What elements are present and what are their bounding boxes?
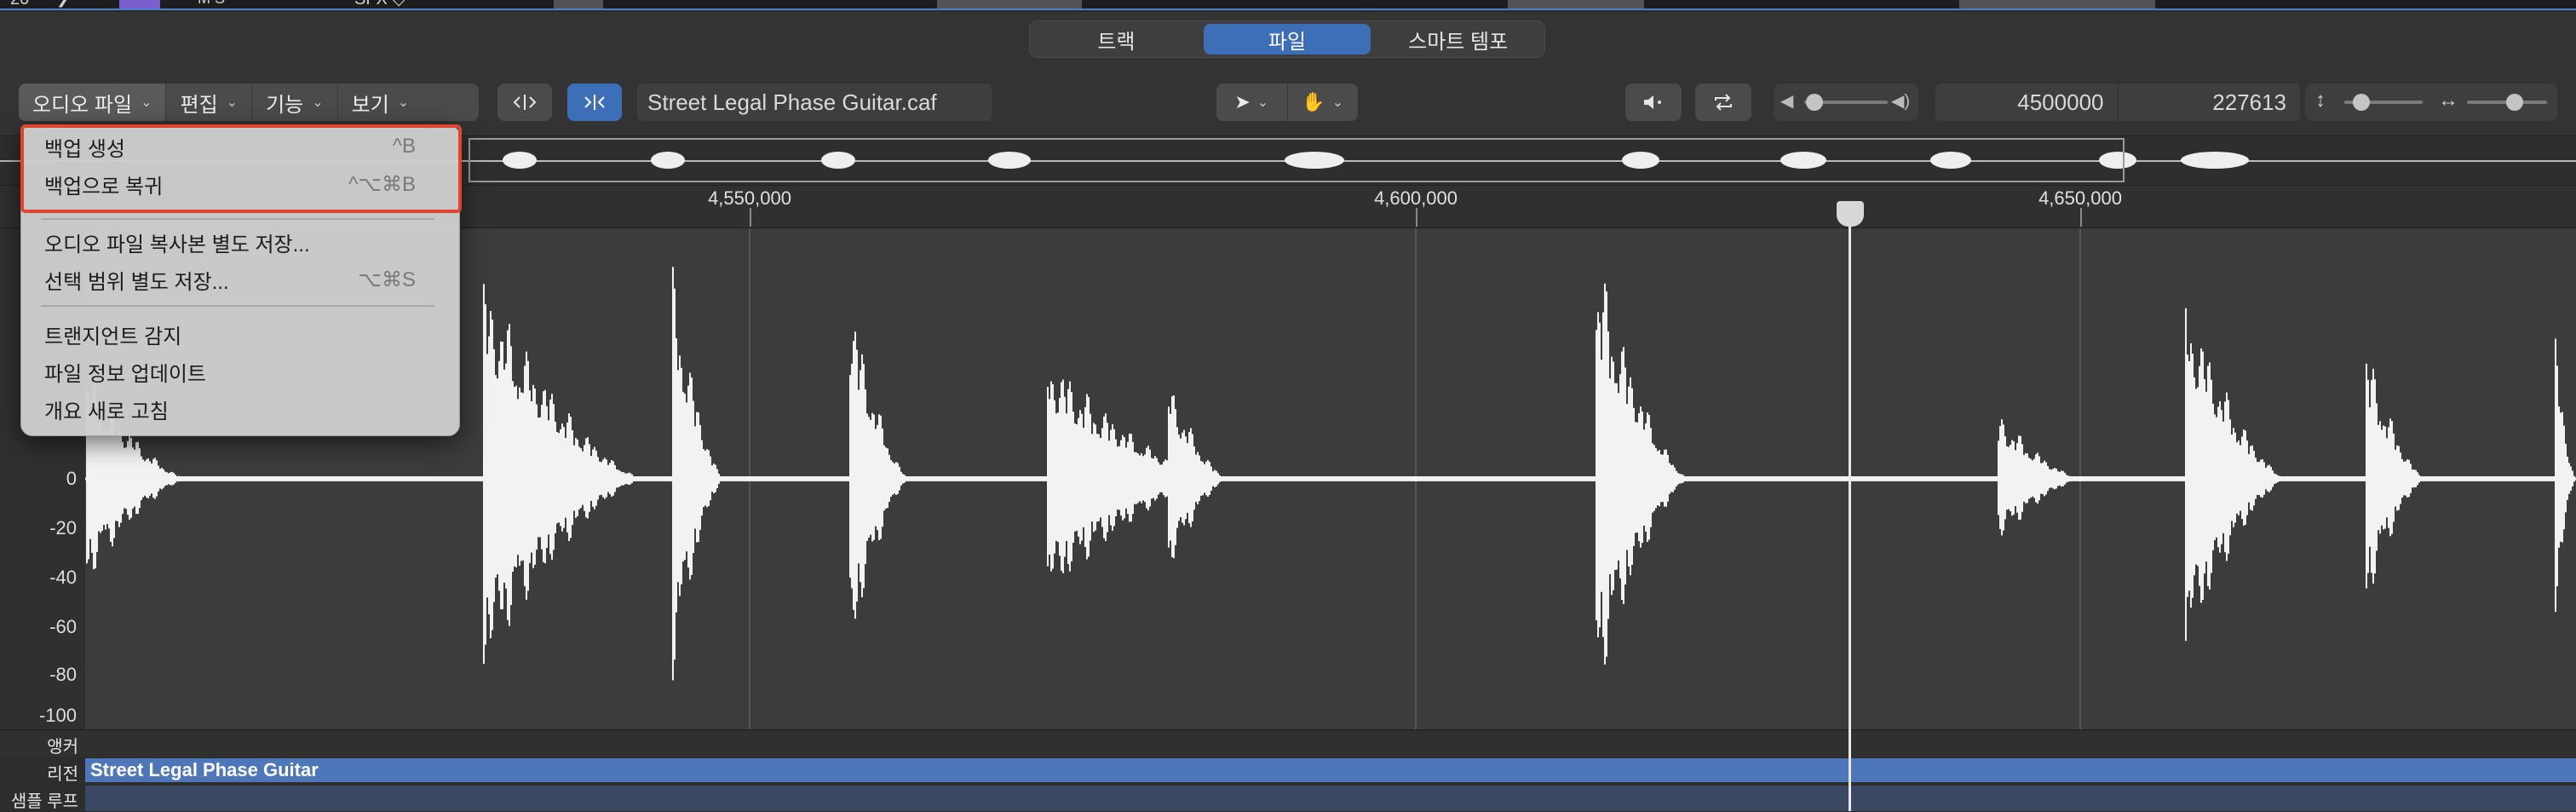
hand-tool-menu[interactable]: ✋ ⌄ xyxy=(1288,84,1359,121)
chevron-down-icon: ⌄ xyxy=(397,95,410,110)
vertical-zoom-knob[interactable] xyxy=(2353,94,2370,111)
ruler-label: 4,550,000 xyxy=(708,187,791,209)
menu-separator xyxy=(41,305,434,307)
menu-item-update-file-info[interactable]: 파일 정보 업데이트 xyxy=(20,353,441,390)
db-label: -100 xyxy=(38,705,77,726)
menu-item-save-selection-as[interactable]: 선택 범위 별도 저장... ⌥⌘S xyxy=(20,261,441,298)
playhead[interactable] xyxy=(1849,203,1851,811)
strip-segment xyxy=(1959,0,2155,9)
region-lane-label: 리전 xyxy=(47,765,78,784)
tab-smart-tempo[interactable]: 스마트 템포 xyxy=(1374,24,1542,55)
menu-separator xyxy=(41,218,434,220)
db-label: -40 xyxy=(49,567,77,588)
menu-item-label: 선택 범위 별도 저장... xyxy=(44,270,229,294)
region-bar[interactable] xyxy=(85,758,2576,782)
preview-volume-slider[interactable]: ◀ ◀) xyxy=(1774,84,1918,121)
position-display[interactable]: 4500000 227613 xyxy=(1935,84,2300,121)
tool-menus: ➤ ⌄ ✋ ⌄ xyxy=(1216,84,1358,121)
menu-edit-label: 편집 xyxy=(180,93,218,117)
sample-loop-bar[interactable] xyxy=(85,786,2576,811)
menu-edit[interactable]: 편집 ⌄ xyxy=(166,84,253,121)
horizontal-zoom-icon: ↔ xyxy=(2438,89,2458,112)
tab-file[interactable]: 파일 xyxy=(1203,24,1371,55)
track-number: 20 xyxy=(10,0,29,9)
anchor-lane xyxy=(0,729,2576,757)
menu-item-detect-transients[interactable]: 트랜지언트 감지 xyxy=(20,315,441,353)
pointer-icon: ➤ xyxy=(1234,91,1251,112)
tab-track[interactable]: 트랙 xyxy=(1032,24,1200,55)
playhead-handle[interactable] xyxy=(1837,201,1864,227)
strip-segment xyxy=(1508,0,1644,9)
split-button[interactable] xyxy=(497,84,552,121)
split-icon xyxy=(513,95,537,110)
chevron-down-icon: ⌄ xyxy=(312,95,324,110)
menu-view-label: 보기 xyxy=(351,93,389,117)
disclosure-icon[interactable]: ❯ xyxy=(56,0,69,8)
region-name: Street Legal Phase Guitar xyxy=(90,759,319,780)
volume-low-icon: ◀ xyxy=(1780,92,1794,111)
overview-blob xyxy=(2181,152,2249,169)
mute-solo-buttons[interactable]: M S xyxy=(198,0,225,8)
menu-item-label: 오디오 파일 복사본 별도 저장... xyxy=(44,233,310,256)
hand-icon: ✋ xyxy=(1302,91,1325,112)
ruler-label: 4,600,000 xyxy=(1374,187,1458,209)
menu-item-shortcut: ⌥⌘S xyxy=(358,268,416,291)
menu-item-label: 파일 정보 업데이트 xyxy=(44,362,206,386)
ruler-tick xyxy=(750,208,751,227)
position-left-value: 4500000 xyxy=(1935,84,2119,121)
overview-visible-range[interactable] xyxy=(469,138,2125,182)
ruler-tick xyxy=(1416,208,1417,227)
strip-segment xyxy=(937,0,1082,9)
menu-audio-file[interactable]: 오디오 파일 ⌄ xyxy=(19,84,167,121)
chevron-down-icon: ⌄ xyxy=(1256,95,1269,110)
db-label: -80 xyxy=(49,664,77,685)
track-name[interactable]: SFX ◇ xyxy=(354,0,405,9)
editor-tabs: 트랙 파일 스마트 템포 xyxy=(1029,20,1545,58)
ruler-label: 4,650,000 xyxy=(2038,187,2122,209)
ruler-tick xyxy=(2080,208,2082,227)
loop-icon xyxy=(1715,94,1732,111)
menu-functions[interactable]: 기능 ⌄ xyxy=(252,84,338,121)
horizontal-zoom-knob[interactable] xyxy=(2506,94,2523,111)
waveform-path xyxy=(86,267,2575,681)
volume-knob[interactable] xyxy=(1806,94,1823,111)
chevron-down-icon: ⌄ xyxy=(141,95,152,110)
zoom-controls: ↕ ↔ xyxy=(2305,84,2557,121)
annotation-highlight xyxy=(20,124,462,213)
sample-loop-label: 샘플 루프 xyxy=(10,792,78,811)
track-color-chip xyxy=(119,0,160,9)
db-label: 0 xyxy=(66,468,77,489)
position-right-value: 227613 xyxy=(2212,89,2286,115)
pointer-tool-menu[interactable]: ➤ ⌄ xyxy=(1216,84,1288,121)
menu-item-save-copy-as[interactable]: 오디오 파일 복사본 별도 저장... xyxy=(20,223,441,261)
chevron-down-icon: ⌄ xyxy=(1331,95,1344,110)
local-menu-bar: 오디오 파일 ⌄ 편집 ⌄ 기능 ⌄ 보기 ⌄ xyxy=(19,84,479,121)
catch-icon xyxy=(584,95,605,110)
chevron-down-icon: ⌄ xyxy=(226,95,239,110)
loop-button[interactable] xyxy=(1695,84,1751,121)
vertical-zoom-icon: ↕ xyxy=(2315,89,2326,112)
menu-item-label: 트랜지언트 감지 xyxy=(44,325,182,348)
menu-item-label: 개요 새로 고침 xyxy=(44,400,169,423)
menu-view[interactable]: 보기 ⌄ xyxy=(338,84,423,121)
catch-button[interactable] xyxy=(567,84,622,121)
speaker-icon xyxy=(1644,95,1661,109)
preview-button[interactable] xyxy=(1625,84,1682,121)
file-name-field[interactable]: Street Legal Phase Guitar.caf xyxy=(637,84,992,121)
db-label: -60 xyxy=(49,616,77,637)
menu-item-refresh-overview[interactable]: 개요 새로 고침 xyxy=(20,390,441,428)
strip-segment xyxy=(554,0,603,9)
db-label: -20 xyxy=(49,517,77,538)
menu-audio-file-label: 오디오 파일 xyxy=(32,93,133,117)
menu-functions-label: 기능 xyxy=(266,93,304,117)
anchor-lane-label: 앵커 xyxy=(47,738,78,757)
volume-high-icon: ◀) xyxy=(1891,92,1911,111)
